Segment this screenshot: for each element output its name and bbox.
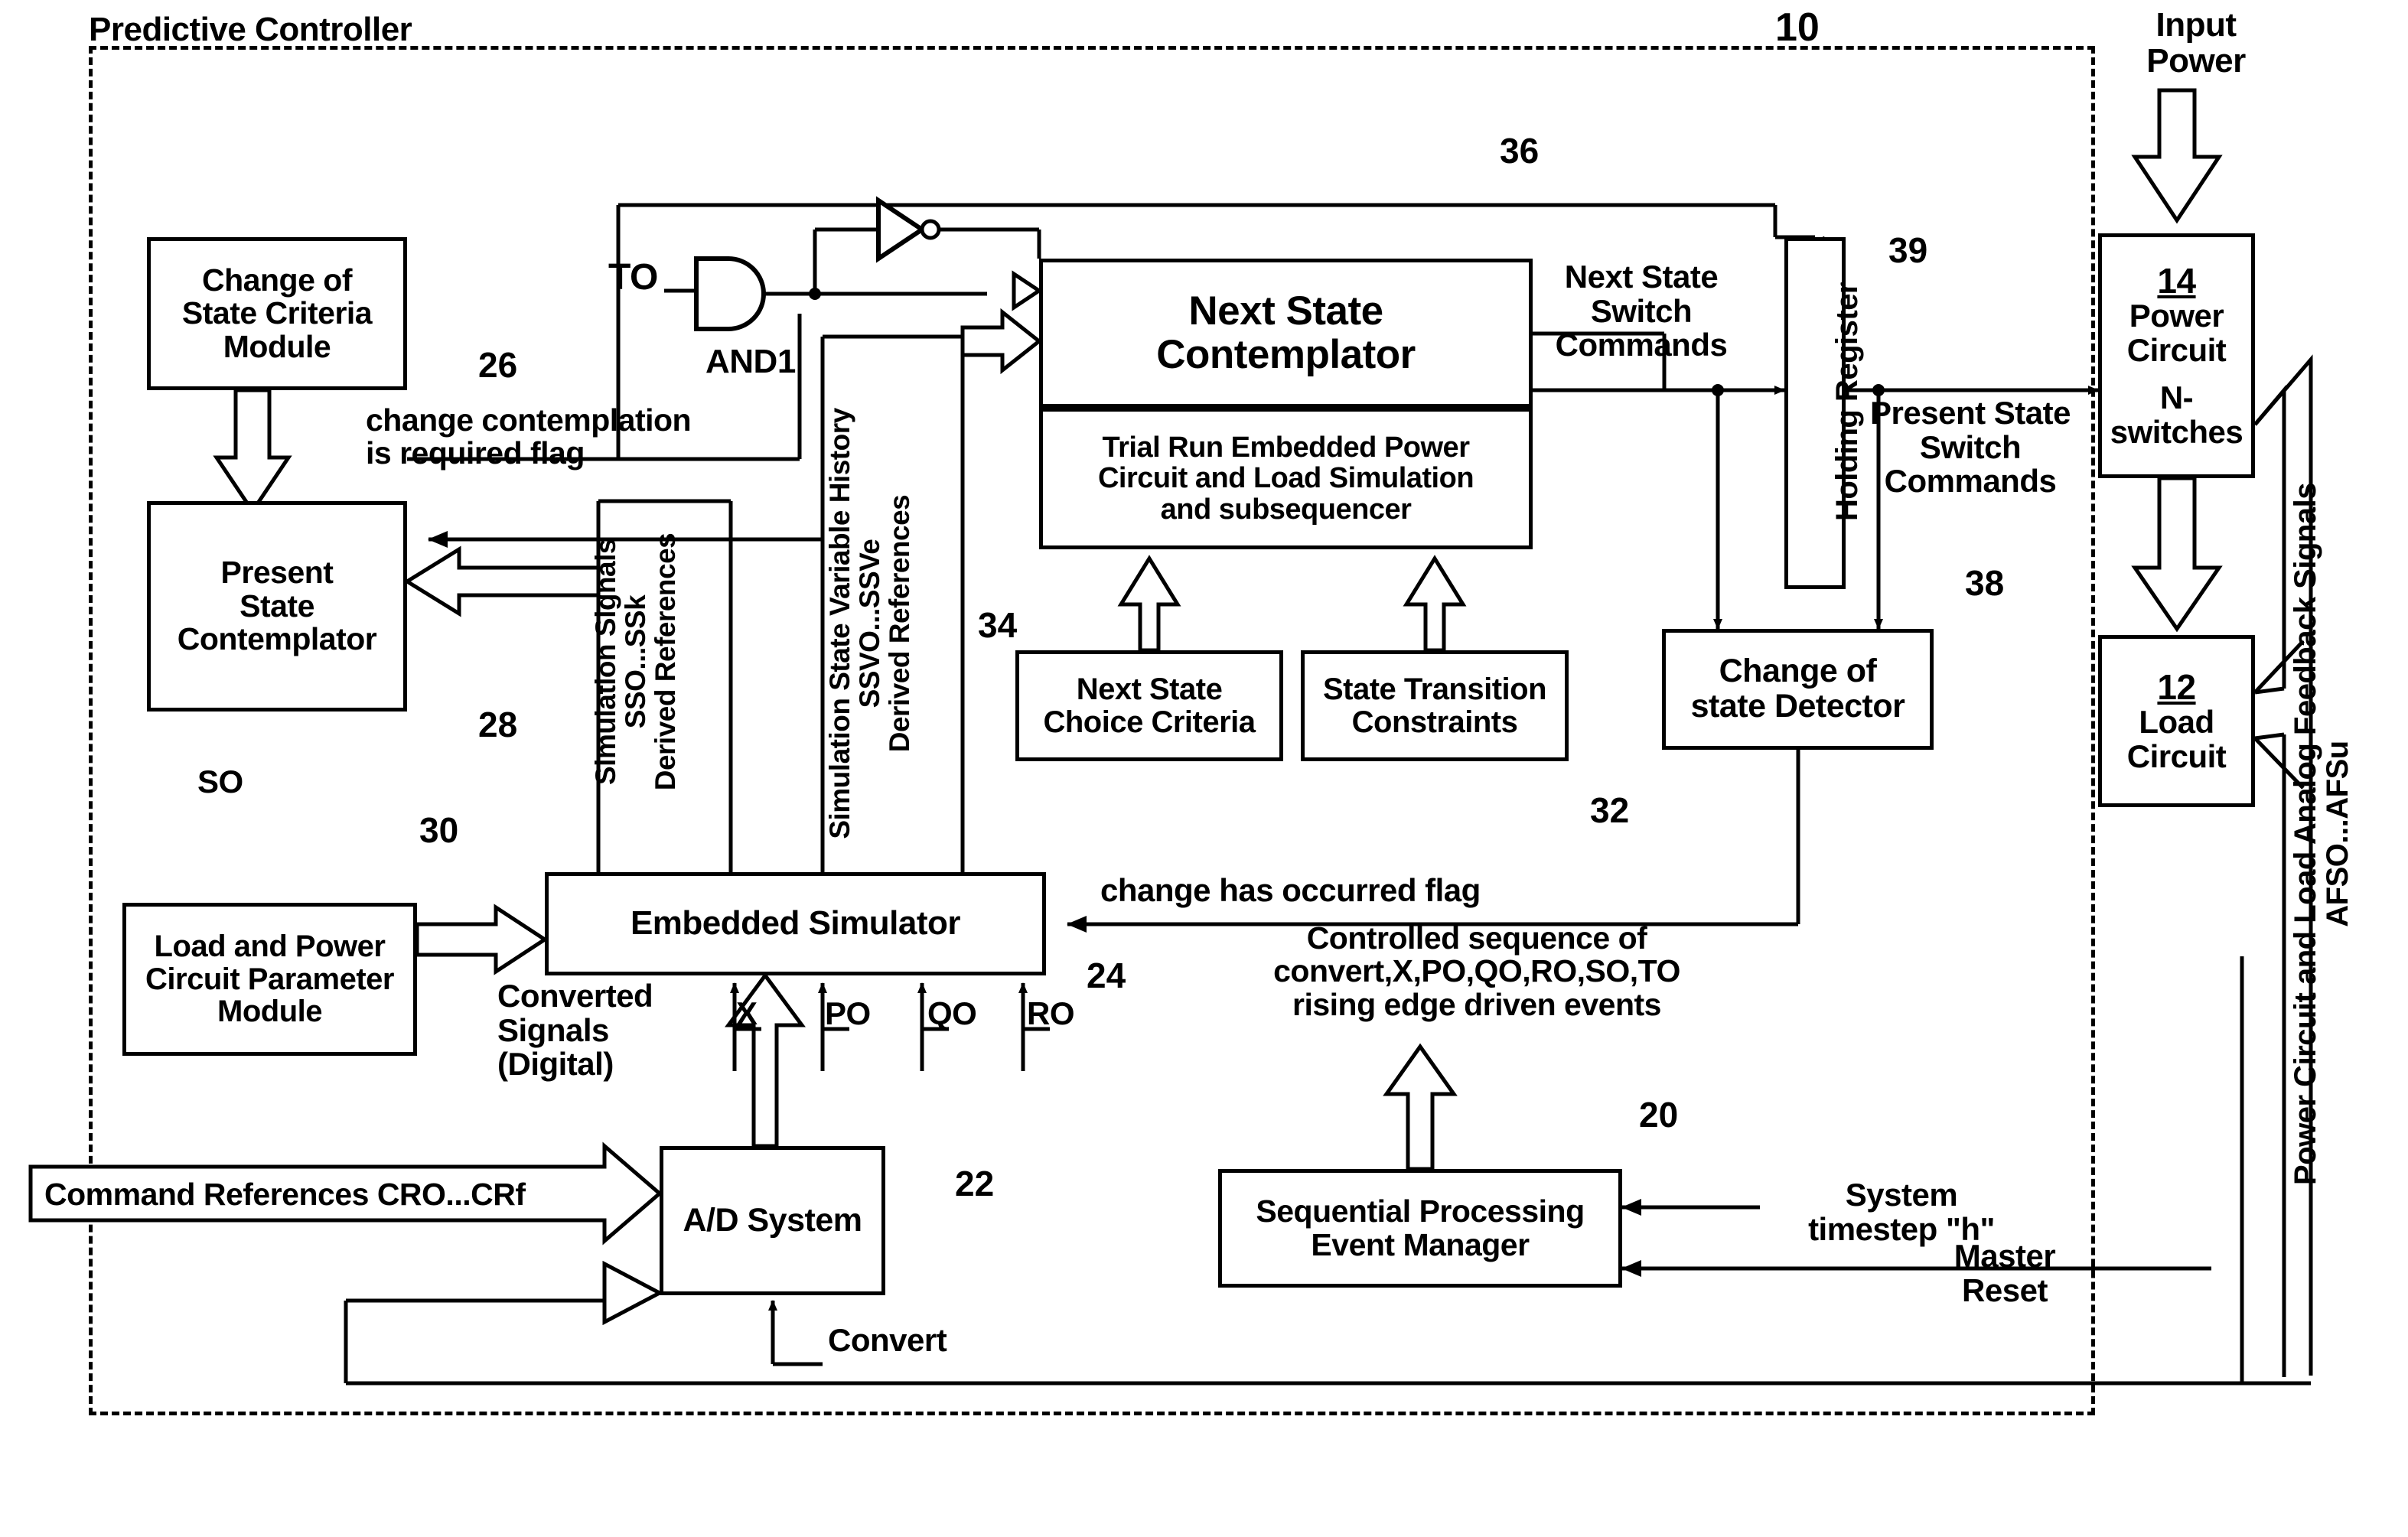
sim-input-label-ro: RO xyxy=(1027,995,1075,1031)
sim-input-label-po: PO xyxy=(825,995,871,1031)
block-holding-register[interactable]: Holding Register xyxy=(1784,237,1864,589)
block-label: Sequential Processing Event Manager xyxy=(1256,1193,1585,1262)
block-label: Next State Choice Criteria xyxy=(1043,672,1256,739)
boundary-title: Predictive Controller xyxy=(89,11,412,48)
signal-label-s0: SO xyxy=(197,764,243,799)
block-present-state-contemplator[interactable]: Present State Contemplator xyxy=(147,501,407,712)
power-circuit-number: 14 xyxy=(2157,260,2196,301)
label-feedback-signals: Power Circuit and Load Analog Feedback S… xyxy=(2289,483,2355,1185)
block-load-and-power-circuit-parameter-module[interactable]: Load and Power Circuit Parameter Module xyxy=(122,903,417,1056)
label-system-timestep: System timestep "h" xyxy=(1808,1177,1995,1247)
block-label: Next State Contemplator xyxy=(1156,288,1416,377)
label-next-state-switch-commands: Next State Switch Commands xyxy=(1555,259,1728,363)
ref-24: 24 xyxy=(1087,956,1126,995)
block-label: Change of State Criteria Module xyxy=(181,262,373,364)
junction-dot-nssc-branch xyxy=(1712,384,1724,396)
block-state-transition-constraints[interactable]: State Transition Constraints xyxy=(1301,650,1569,761)
gate-label-and1: AND1 xyxy=(705,343,796,380)
block-power-circuit[interactable]: 14 Power Circuit N- switches xyxy=(2098,233,2255,478)
label-simulation-state-variable-history: Simulation State Variable History SSVO..… xyxy=(824,408,916,839)
label-present-state-switch-commands: Present State Switch Commands xyxy=(1870,395,2071,500)
ref-34: 34 xyxy=(978,605,1018,645)
block-next-state-contemplator[interactable]: Next State Contemplator xyxy=(1039,259,1533,408)
junction-dot-and-output xyxy=(809,288,821,300)
command-references-label: Command References CRO...CRf xyxy=(44,1177,526,1212)
signal-label-t0: TO xyxy=(608,257,658,298)
block-embedded-simulator[interactable]: Embedded Simulator xyxy=(545,872,1046,975)
ref-30: 30 xyxy=(419,810,459,850)
ref-22: 22 xyxy=(955,1164,995,1203)
ref-26: 26 xyxy=(478,345,518,385)
label-simulation-signals: Simulation Signals SSO...SSk Derived Ref… xyxy=(590,532,682,791)
label-input-power: Input Power xyxy=(2146,6,2246,80)
block-change-of-state-detector[interactable]: Change of state Detector xyxy=(1662,629,1934,750)
block-sequential-processing-event-manager[interactable]: Sequential Processing Event Manager xyxy=(1218,1169,1622,1288)
ref-39: 39 xyxy=(1888,230,1928,270)
load-circuit-number: 12 xyxy=(2157,666,2196,707)
sim-input-label-qo: QO xyxy=(927,995,977,1031)
block-label: Embedded Simulator xyxy=(630,904,961,943)
block-change-of-state-criteria-module[interactable]: Change of State Criteria Module xyxy=(147,237,407,390)
block-next-state-choice-criteria[interactable]: Next State Choice Criteria xyxy=(1015,650,1283,761)
sim-input-label-x: X xyxy=(736,995,758,1031)
ref-20: 20 xyxy=(1639,1095,1679,1135)
signal-label-convert: Convert xyxy=(828,1322,947,1358)
label-change-has-occurred-flag: change has occurred flag xyxy=(1100,872,1481,908)
block-ad-system[interactable]: A/D System xyxy=(660,1146,885,1295)
block-label: Present State Contemplator xyxy=(177,555,377,657)
hollow-arrow-power-to-load xyxy=(2131,476,2223,633)
block-trial-run-embedded-simulation[interactable]: Trial Run Embedded Power Circuit and Loa… xyxy=(1039,408,1533,549)
block-label: Trial Run Embedded Power Circuit and Loa… xyxy=(1097,431,1474,526)
load-circuit-label: Load Circuit xyxy=(2126,704,2227,774)
block-label: State Transition Constraints xyxy=(1322,672,1547,739)
block-load-circuit[interactable]: 12 Load Circuit xyxy=(2098,635,2255,807)
ref-38: 38 xyxy=(1965,563,2005,603)
block-label: Change of state Detector xyxy=(1690,653,1905,725)
block-label: Load and Power Circuit Parameter Module xyxy=(145,930,394,1029)
ref-32: 32 xyxy=(1590,790,1630,830)
ref-10: 10 xyxy=(1775,5,1820,50)
ref-28: 28 xyxy=(478,705,518,744)
label-controlled-sequence: Controlled sequence of convert,X,PO,QO,R… xyxy=(1273,920,1680,1022)
power-circuit-label: Power Circuit xyxy=(2126,298,2227,368)
power-circuit-sublabel: N- switches xyxy=(2110,379,2243,450)
block-label: A/D System xyxy=(683,1201,862,1239)
label-master-reset: Master Reset xyxy=(1953,1238,2056,1308)
hollow-arrow-input-power xyxy=(2131,88,2223,224)
ref-36: 36 xyxy=(1500,131,1540,171)
label-converted-signals: Converted Signals (Digital) xyxy=(497,978,653,1083)
diagram-canvas: Predictive Controller 10 Change of State… xyxy=(0,0,2408,1537)
